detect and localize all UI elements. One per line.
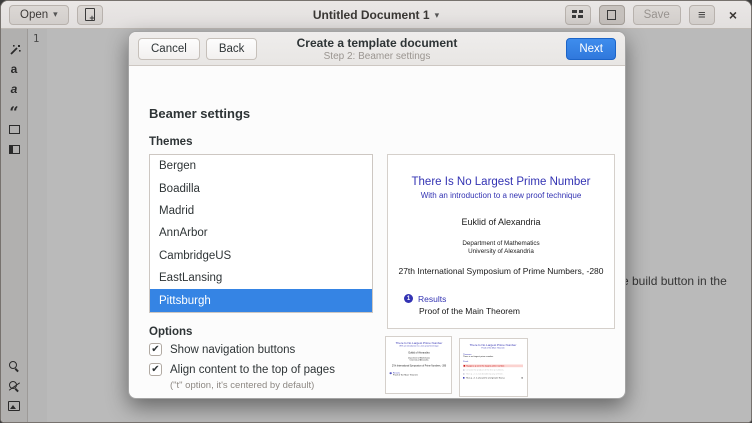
dialog-title: Create a template document — [297, 36, 458, 51]
qed-icon — [522, 377, 524, 379]
back-button[interactable]: Back — [206, 38, 258, 60]
themes-label: Themes — [149, 136, 192, 148]
option-show-navigation[interactable]: ✔ Show navigation buttons — [149, 343, 295, 356]
slide-results-block: 1 Results Proof of the Main Theorem — [388, 294, 614, 316]
dialog-body: Beamer settings Themes Bergen Boadilla M… — [129, 66, 625, 399]
slide-title: There Is No Largest Prime Number — [388, 176, 614, 188]
theme-item-annarbor[interactable]: AnnArbor — [150, 222, 372, 244]
dialog-title-box: Create a template document Step 2: Beame… — [129, 32, 625, 66]
save-button-label: Save — [644, 9, 670, 21]
menu-button[interactable]: ≡ — [689, 5, 715, 25]
dialog-subtitle: Step 2: Beamer settings — [324, 51, 431, 63]
preview-panel-icon — [607, 10, 616, 20]
window-close-button[interactable]: × — [723, 7, 743, 23]
option-show-navigation-label: Show navigation buttons — [170, 344, 295, 356]
theme-item-boadilla[interactable]: Boadilla — [150, 177, 372, 199]
build-log-icon — [571, 9, 584, 20]
beamer-settings-heading: Beamer settings — [149, 106, 250, 121]
app-window: Open ▾ + Untitled Document 1 ▾ — [0, 0, 752, 423]
next-button[interactable]: Next — [566, 38, 616, 60]
slide-institute: Department of Mathematics University of … — [388, 240, 614, 256]
slide-thumbnail-2[interactable]: There Is No Largest Prime Number Proof o… — [459, 338, 528, 397]
results-title: Results — [418, 294, 446, 304]
theme-item-pittsburgh[interactable]: Pittsburgh — [150, 289, 372, 311]
checkbox-checked-icon[interactable]: ✔ — [149, 363, 162, 376]
theme-list: Bergen Boadilla Madrid AnnArbor Cambridg… — [149, 154, 373, 313]
new-document-icon: + — [85, 8, 95, 21]
results-bullet-icon: 1 — [404, 294, 413, 303]
theme-item-bergen[interactable]: Bergen — [150, 155, 372, 177]
open-button[interactable]: Open ▾ — [9, 5, 69, 25]
slide-event: 27th International Symposium of Prime Nu… — [388, 266, 614, 276]
slide-thumbnail-1[interactable]: There Is No Largest Prime Number With an… — [385, 336, 452, 394]
results-text: Proof of the Main Theorem — [404, 306, 614, 316]
option-align-top[interactable]: ✔ Align content to the top of pages — [149, 363, 335, 376]
slide-author: Euklid of Alexandria — [388, 217, 614, 227]
hamburger-menu-icon: ≡ — [698, 8, 706, 21]
build-log-button[interactable] — [565, 5, 591, 25]
results-bullet-icon: 1 — [390, 372, 392, 374]
cancel-button[interactable]: Cancel — [138, 38, 200, 60]
dialog-headerbar: Cancel Back Create a template document S… — [129, 32, 625, 66]
preview-toggle-button[interactable] — [599, 5, 625, 25]
checkbox-checked-icon[interactable]: ✔ — [149, 343, 162, 356]
theme-preview: There Is No Largest Prime Number With an… — [387, 154, 615, 329]
preview-slide: There Is No Largest Prime Number With an… — [388, 155, 614, 328]
new-document-button[interactable]: + — [77, 5, 103, 25]
close-icon: × — [729, 7, 737, 23]
headerbar: Open ▾ + Untitled Document 1 ▾ — [1, 1, 751, 29]
option-align-top-note: ("t" option, it's centered by default) — [170, 380, 314, 391]
save-button[interactable]: Save — [633, 5, 681, 25]
theme-item-eastlansing[interactable]: EastLansing — [150, 267, 372, 289]
theme-item-madrid[interactable]: Madrid — [150, 200, 372, 222]
open-button-label: Open — [20, 9, 48, 21]
theme-item-cambridgeus[interactable]: CambridgeUS — [150, 245, 372, 267]
slide-subtitle: With an introduction to a new proof tech… — [388, 191, 614, 200]
option-align-top-label: Align content to the top of pages — [170, 364, 335, 376]
chevron-down-icon: ▾ — [435, 10, 440, 21]
template-wizard-dialog: Cancel Back Create a template document S… — [128, 31, 626, 399]
options-label: Options — [149, 326, 192, 338]
headerbar-right: Save ≡ × — [565, 5, 743, 25]
chevron-down-icon: ▾ — [53, 9, 58, 20]
